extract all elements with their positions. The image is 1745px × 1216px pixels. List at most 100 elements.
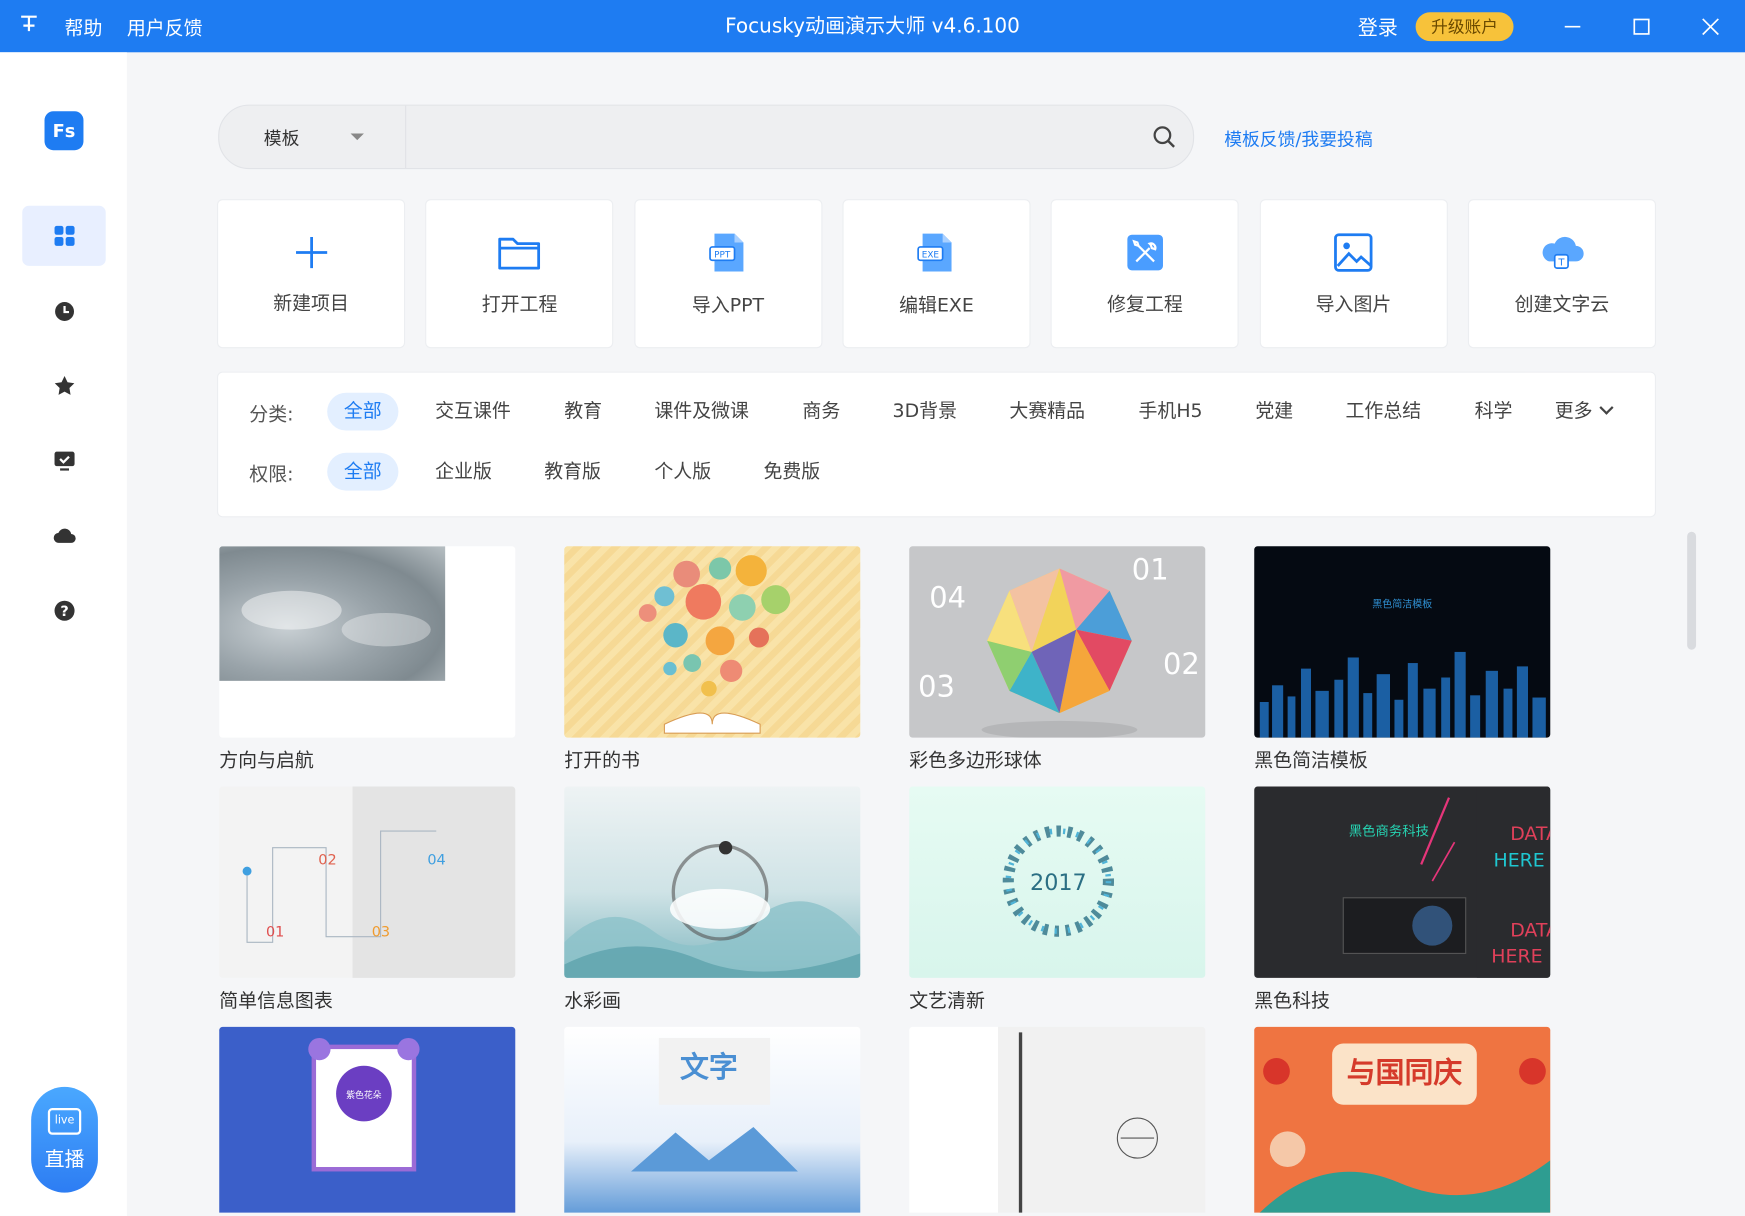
search-icon[interactable] — [1152, 125, 1176, 149]
template-thumbnail — [564, 546, 861, 738]
chevron-down-icon — [1599, 400, 1614, 415]
flower-wreath: 2017 — [1002, 825, 1115, 937]
app-window: 帮助 用户反馈 Focusky动画演示大师 v4.6.100 登录 升级账户 F… — [0, 0, 1745, 1216]
category-party-building[interactable]: 党建 — [1239, 393, 1310, 431]
search-type-select[interactable]: 模板 — [219, 105, 407, 168]
template-card[interactable]: 水彩画 — [564, 786, 861, 1012]
template-title: 简单信息图表 — [219, 990, 333, 1013]
tech-illustration: 黑色商务科技 DATA HERE DATA HERE — [1342, 786, 1551, 978]
sidebar-item-templates[interactable] — [22, 205, 106, 266]
sidebar-item-cloud[interactable] — [22, 505, 105, 565]
template-title: 方向与启航 — [219, 749, 314, 773]
city-skyline: 黑色简洁模板 — [1259, 597, 1546, 738]
pin-icon[interactable] — [18, 12, 40, 40]
category-courseware-microlesson[interactable]: 课件及微课 — [638, 393, 766, 431]
tech-side-text-2: HERE — [1494, 850, 1545, 872]
template-feedback-link[interactable]: 模板反馈/我要投稿 — [1224, 125, 1372, 152]
menu-help[interactable]: 帮助 — [65, 12, 103, 40]
import-image-button[interactable]: 导入图片 — [1260, 200, 1447, 348]
template-thumbnail: 01 02 03 04 — [219, 786, 516, 978]
info-number-04: 04 — [427, 852, 445, 868]
image-icon — [1334, 232, 1373, 272]
new-project-label: 新建项目 — [273, 292, 349, 315]
template-card[interactable]: 01 02 03 04 彩色多边形球体 — [909, 546, 1206, 772]
infographic: 01 02 03 04 — [242, 830, 446, 943]
maximize-button[interactable] — [1607, 0, 1676, 52]
category-label: 分类: — [249, 403, 294, 426]
template-card[interactable]: 黑色简洁模板 黑色简洁模板 — [1254, 546, 1551, 773]
template-title: 黑色简洁模板 — [1254, 749, 1368, 773]
flower-frame-text: 紫色花朵 — [346, 1089, 382, 1101]
permission-enterprise[interactable]: 企业版 — [418, 453, 508, 491]
open-project-button[interactable]: 打开工程 — [426, 200, 613, 348]
scrollbar-thumb[interactable] — [1687, 531, 1697, 650]
minimize-icon — [1564, 25, 1581, 27]
login-button[interactable]: 登录 — [1358, 12, 1398, 41]
sidebar-item-help[interactable]: ? — [22, 581, 105, 641]
title-bar: 帮助 用户反馈 Focusky动画演示大师 v4.6.100 登录 升级账户 — [0, 0, 1745, 53]
paper-text-illustration: 文字 — [631, 1037, 798, 1172]
sphere-number-02: 02 — [1163, 647, 1200, 681]
info-number-02: 02 — [318, 852, 336, 868]
book-illustration — [638, 555, 791, 734]
template-thumbnail — [564, 786, 861, 978]
sidebar-item-presentations[interactable] — [22, 431, 105, 491]
template-thumbnail — [219, 546, 516, 738]
new-project-button[interactable]: 新建项目 — [218, 200, 404, 348]
search-type-label: 模板 — [263, 127, 300, 150]
category-more[interactable]: 更多 — [1538, 393, 1628, 431]
template-card[interactable]: 与国同庆 — [1254, 1026, 1551, 1213]
create-word-cloud-button[interactable]: T 创建文字云 — [1468, 200, 1655, 348]
chevron-down-icon — [350, 133, 364, 141]
template-card[interactable]: 紫色花朵 — [219, 1026, 516, 1213]
sidebar: Fs ? live 直播 — [0, 52, 127, 1216]
category-3d-background[interactable]: 3D背景 — [876, 393, 974, 431]
template-title: 黑色科技 — [1254, 990, 1330, 1013]
category-work-summary[interactable]: 工作总结 — [1329, 393, 1438, 431]
template-thumbnail: 紫色花朵 — [219, 1026, 516, 1213]
create-word-cloud-label: 创建文字云 — [1514, 293, 1610, 316]
template-card[interactable]: 黑色商务科技 DATA HERE DATA HERE 黑色科技 — [1254, 786, 1551, 1013]
edit-exe-label: 编辑EXE — [899, 294, 974, 317]
permission-free[interactable]: 免费版 — [747, 453, 837, 491]
watercolor-illustration — [564, 841, 861, 978]
open-project-label: 打开工程 — [481, 293, 558, 316]
import-ppt-button[interactable]: PPT 导入PPT — [635, 200, 821, 348]
template-card[interactable]: 01 02 03 04 简单信息图表 — [219, 786, 516, 1013]
category-all[interactable]: 全部 — [327, 392, 399, 431]
template-title: 打开的书 — [564, 749, 640, 773]
upgrade-button[interactable]: 升级账户 — [1415, 11, 1514, 41]
permission-all[interactable]: 全部 — [327, 452, 399, 491]
template-card[interactable]: 2017 文艺清新 — [909, 786, 1206, 1012]
tech-headline: 黑色商务科技 — [1349, 822, 1429, 839]
permission-education[interactable]: 教育版 — [528, 453, 618, 491]
category-business[interactable]: 商务 — [786, 393, 857, 431]
category-education[interactable]: 教育 — [548, 393, 619, 431]
minimize-button[interactable] — [1538, 0, 1607, 52]
exe-file-icon: EXE — [917, 233, 953, 271]
search-input[interactable] — [406, 105, 1119, 168]
category-science[interactable]: 科学 — [1458, 393, 1529, 431]
permission-personal[interactable]: 个人版 — [638, 453, 728, 491]
sidebar-item-recent[interactable] — [22, 281, 105, 341]
repair-project-button[interactable]: 修复工程 — [1052, 200, 1238, 348]
template-card[interactable] — [909, 1026, 1206, 1213]
purple-flower-frame: 紫色花朵 — [308, 1037, 420, 1172]
category-mobile-h5[interactable]: 手机H5 — [1122, 393, 1220, 431]
template-thumbnail — [909, 1026, 1206, 1213]
live-button[interactable]: live 直播 — [31, 1086, 98, 1193]
title-bar-left: 帮助 用户反馈 — [18, 0, 203, 52]
menu-feedback[interactable]: 用户反馈 — [127, 12, 203, 40]
tech-side-text-1: DATA — [1510, 823, 1550, 845]
search-bar: 模板 — [218, 104, 1195, 170]
template-card[interactable]: 方向与启航 — [219, 546, 516, 773]
wreath-year: 2017 — [1030, 870, 1087, 896]
edit-exe-button[interactable]: EXE 编辑EXE — [843, 200, 1030, 348]
sidebar-item-favorites[interactable] — [22, 356, 105, 416]
template-card[interactable]: 打开的书 — [564, 546, 861, 773]
template-card[interactable]: 文字 — [564, 1026, 861, 1213]
category-competition[interactable]: 大赛精品 — [993, 393, 1102, 431]
category-interactive-courseware[interactable]: 交互课件 — [418, 393, 527, 431]
template-thumbnail: 黑色商务科技 DATA HERE DATA HERE — [1254, 786, 1551, 978]
close-button[interactable] — [1676, 0, 1745, 52]
